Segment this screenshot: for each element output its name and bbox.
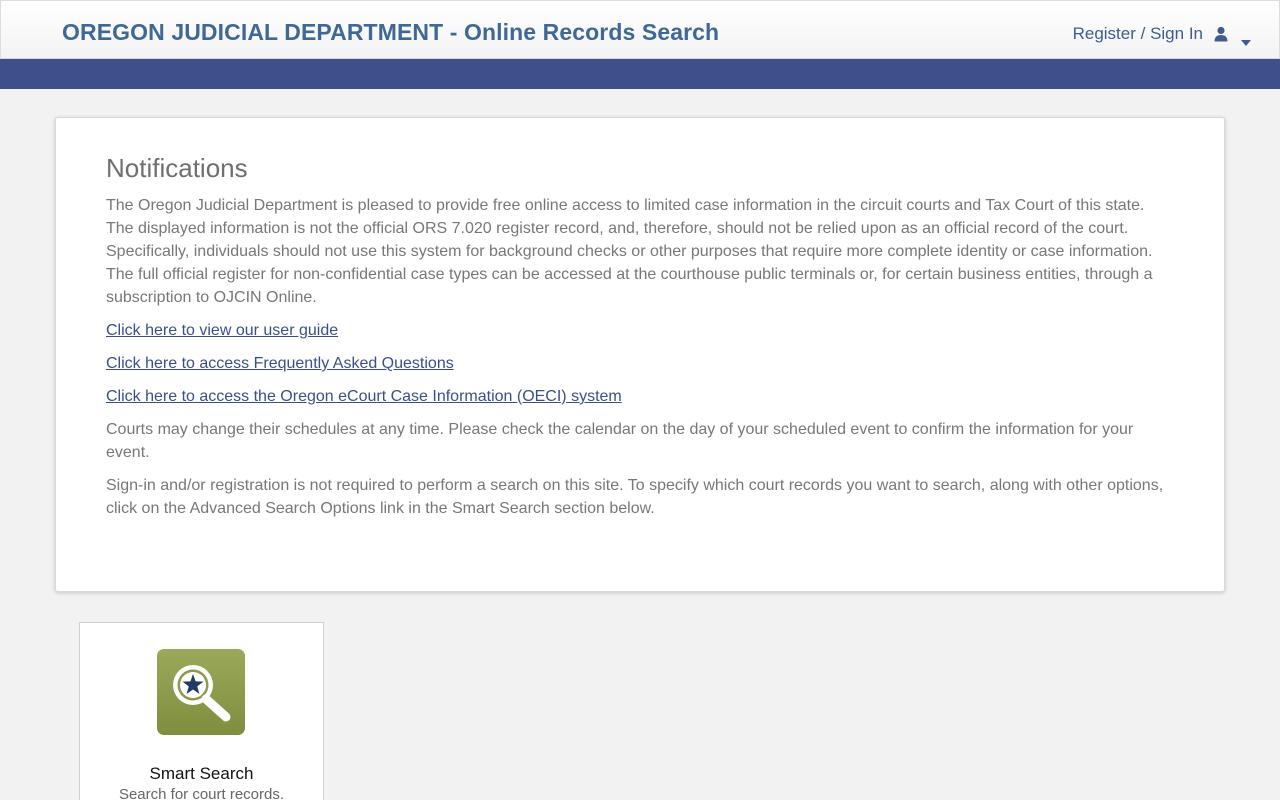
smart-search-tile[interactable]: Smart Search Search for court records.	[79, 622, 324, 800]
oeci-link[interactable]: Click here to access the Oregon eCourt C…	[106, 385, 1174, 408]
notifications-panel: Notifications The Oregon Judicial Depart…	[55, 117, 1225, 592]
register-sign-in-label[interactable]: Register / Sign In	[1073, 24, 1203, 44]
user-guide-link[interactable]: Click here to view our user guide	[106, 319, 1174, 342]
smart-search-subtitle: Search for court records.	[118, 786, 285, 800]
caret-down-icon	[1241, 31, 1251, 46]
magnifier-star-icon[interactable]	[157, 649, 245, 735]
signin-note: Sign-in and/or registration is not requi…	[106, 477, 1164, 517]
top-header: OREGON JUDICIAL DEPARTMENT - Online Reco…	[0, 0, 1280, 59]
smart-search-title[interactable]: Smart Search	[80, 764, 323, 784]
navigation-band	[0, 59, 1280, 89]
site-title: OREGON JUDICIAL DEPARTMENT - Online Reco…	[62, 19, 720, 45]
register-sign-in-menu[interactable]: Register / Sign In	[1073, 24, 1251, 46]
user-icon	[1213, 26, 1229, 42]
schedule-note: Courts may change their schedules at any…	[106, 421, 1134, 461]
faq-link[interactable]: Click here to access Frequently Asked Qu…	[106, 352, 1174, 375]
notifications-heading: Notifications	[106, 153, 248, 183]
notifications-intro: The Oregon Judicial Department is please…	[106, 197, 1153, 306]
